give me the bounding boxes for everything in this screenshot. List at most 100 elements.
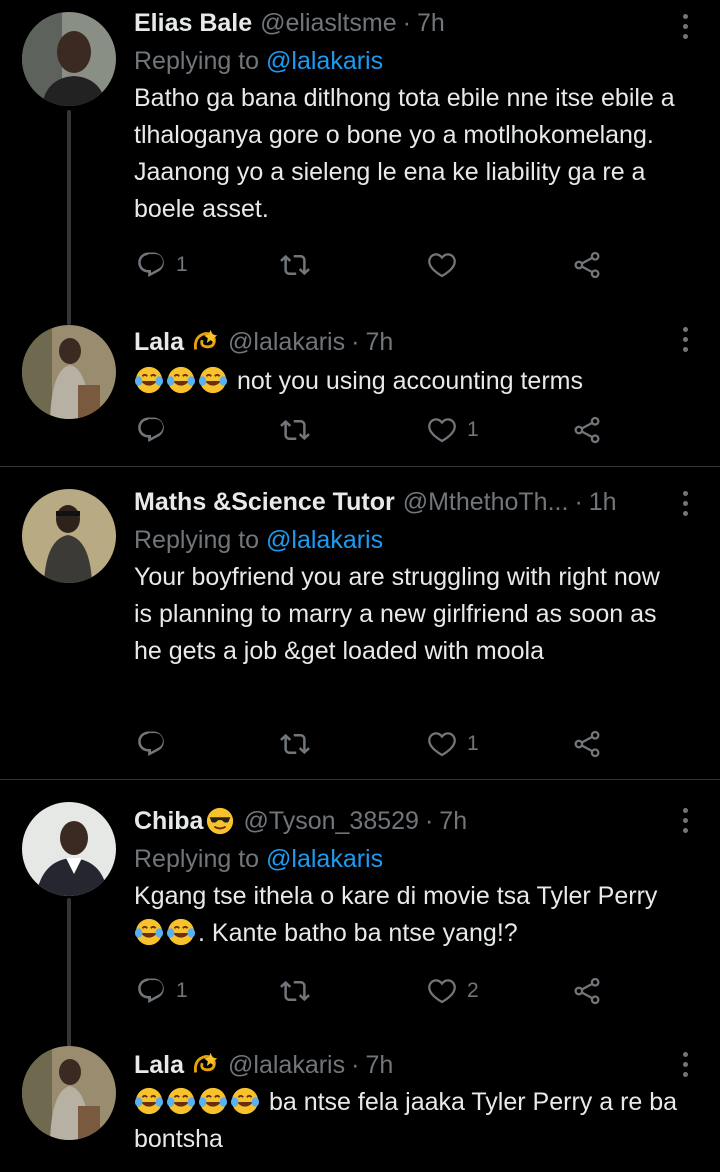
display-name[interactable]: Elias Bale [134, 8, 252, 38]
replying-label: Replying to [134, 845, 260, 873]
user-handle[interactable]: @Tyson_38529 [243, 806, 419, 836]
tweet-maths-science-tutor[interactable]: Maths &Science Tutor @MthethoTh... · 1h … [0, 467, 720, 779]
retweet-icon [280, 729, 310, 759]
dizzy-emoji [190, 327, 220, 357]
tears-of-joy-emoji [166, 365, 196, 395]
like-icon [427, 976, 457, 1006]
replying-to: Replying to @lalakaris [134, 46, 680, 76]
reply-count: 1 [176, 979, 188, 1002]
retweet-button[interactable] [280, 415, 320, 445]
tweet-chiba[interactable]: Chiba @Tyson_38529 · 7h Replying to @lal… [0, 780, 720, 1048]
like-button[interactable]: 2 [427, 976, 479, 1006]
share-icon [572, 415, 602, 445]
tweet-elias-bale[interactable]: Elias Bale @eliasltsme · 7h Replying to … [0, 0, 720, 325]
tears-of-joy-emoji [166, 917, 196, 947]
tears-of-joy-emoji [166, 1086, 196, 1116]
reply-icon [136, 976, 166, 1006]
reply-icon [136, 415, 166, 445]
like-button[interactable] [427, 250, 467, 280]
like-count: 1 [467, 732, 479, 755]
timestamp[interactable]: 7h [439, 806, 467, 836]
share-button[interactable] [572, 976, 602, 1006]
separator-dot: · [351, 1051, 360, 1079]
avatar[interactable] [22, 489, 116, 583]
tears-of-joy-emoji [134, 917, 164, 947]
replying-to: Replying to @lalakaris [134, 525, 680, 555]
user-handle[interactable]: @eliasltsme [260, 8, 397, 38]
more-options-icon[interactable] [680, 808, 690, 838]
reply-icon [136, 729, 166, 759]
avatar[interactable] [22, 325, 116, 419]
tweet-lala[interactable]: Lala @lalakaris · 7h not you using accou… [0, 315, 720, 465]
share-button[interactable] [572, 729, 602, 759]
dizzy-emoji [190, 1050, 220, 1080]
tweet-lala-reply[interactable]: Lala @lalakaris · 7h ba ntse fela jaaka … [0, 1040, 720, 1172]
timestamp[interactable]: 7h [365, 1050, 393, 1080]
mention-link[interactable]: @lalakaris [266, 47, 383, 75]
separator-dot: · [424, 807, 434, 835]
like-icon [427, 415, 457, 445]
user-handle[interactable]: @MthethoTh... [403, 487, 569, 517]
more-options-icon[interactable] [680, 14, 690, 44]
like-icon [427, 250, 457, 280]
user-handle[interactable]: @lalakaris [228, 327, 345, 357]
tweet-text: Your boyfriend you are struggling with r… [134, 563, 660, 665]
like-button[interactable]: 1 [427, 415, 479, 445]
reply-button[interactable]: 1 [136, 976, 188, 1006]
tweet-text-line: not you using accounting terms [134, 363, 680, 400]
retweet-button[interactable] [280, 729, 320, 759]
tweet-text-part1: Kgang tse ithela o kare di movie tsa Tyl… [134, 882, 658, 910]
timestamp[interactable]: 7h [417, 8, 445, 38]
avatar[interactable] [22, 12, 116, 106]
timestamp[interactable]: 1h [589, 487, 617, 517]
tweet-actions: 1 [134, 415, 604, 449]
more-options-icon[interactable] [680, 327, 690, 357]
display-name[interactable]: Chiba [134, 806, 203, 836]
retweet-icon [280, 415, 310, 445]
tweet-text: Kgang tse ithela o kare di movie tsa Tyl… [134, 878, 684, 952]
more-options-icon[interactable] [680, 491, 690, 521]
tweet-text: not you using accounting terms [236, 367, 583, 395]
tweet-text: Batho ga bana ditlhong tota ebile nne it… [134, 84, 675, 223]
share-icon [572, 976, 602, 1006]
thread-line [67, 110, 71, 325]
mention-link[interactable]: @lalakaris [266, 526, 383, 554]
reply-count: 1 [176, 253, 188, 276]
reply-icon [136, 250, 166, 280]
tears-of-joy-emoji [134, 365, 164, 395]
retweet-icon [280, 250, 310, 280]
thread-line [67, 898, 71, 1048]
share-icon [572, 250, 602, 280]
tweet-text-line: ba ntse fela jaaka Tyler Perry a re ba b… [134, 1084, 694, 1158]
avatar[interactable] [22, 802, 116, 896]
reply-button[interactable]: 1 [136, 250, 188, 280]
tweet-actions: 1 [134, 729, 604, 763]
display-name[interactable]: Lala [134, 1050, 184, 1080]
retweet-icon [280, 976, 310, 1006]
display-name[interactable]: Lala [134, 327, 184, 357]
separator-dot: · [402, 9, 411, 37]
like-icon [427, 729, 457, 759]
reply-button[interactable] [136, 729, 176, 759]
display-name[interactable]: Maths &Science Tutor [134, 487, 395, 517]
share-button[interactable] [572, 250, 602, 280]
tweet-actions: 1 [134, 250, 604, 284]
retweet-button[interactable] [280, 250, 320, 280]
tears-of-joy-emoji [198, 1086, 228, 1116]
separator-dot: · [351, 328, 360, 356]
replying-label: Replying to [134, 526, 260, 554]
like-count: 2 [467, 979, 479, 1002]
replying-label: Replying to [134, 47, 260, 75]
avatar[interactable] [22, 1046, 116, 1140]
like-button[interactable]: 1 [427, 729, 479, 759]
retweet-button[interactable] [280, 976, 320, 1006]
timestamp[interactable]: 7h [365, 327, 393, 357]
mention-link[interactable]: @lalakaris [266, 845, 383, 873]
user-handle[interactable]: @lalakaris [228, 1050, 345, 1080]
sunglasses-emoji [205, 806, 235, 836]
tears-of-joy-emoji [134, 1086, 164, 1116]
more-options-icon[interactable] [680, 1052, 690, 1082]
share-button[interactable] [572, 415, 602, 445]
tears-of-joy-emoji [230, 1086, 260, 1116]
reply-button[interactable] [136, 415, 176, 445]
